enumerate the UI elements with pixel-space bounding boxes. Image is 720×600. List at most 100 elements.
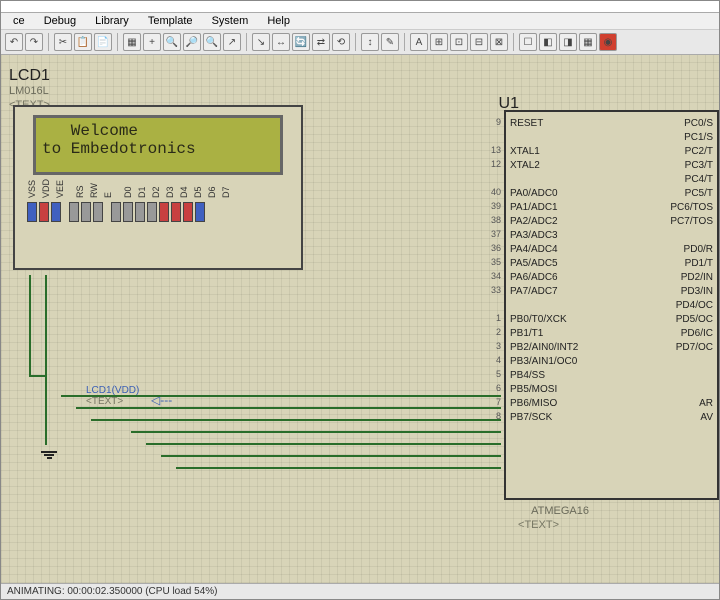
chip-pin-row: PB1/T1PD6/IC: [506, 326, 717, 340]
text-icon[interactable]: ✎: [381, 33, 399, 51]
chip-pin-row: PA6/ADC6PD2/IN: [506, 270, 717, 284]
chip-pin-number: 33: [481, 285, 501, 295]
undo-icon[interactable]: ↶: [5, 33, 23, 51]
lcd-component[interactable]: Welcome to Embedotronics VSSVDDVEE RSRWE…: [13, 105, 303, 270]
chip-pin-number: 36: [481, 243, 501, 253]
chip-pin-number: 1: [481, 313, 501, 323]
chip-pin-row: XTAL2PC3/T: [506, 158, 717, 172]
chip-pin-row: PB7/SCKAV: [506, 410, 717, 424]
wire: [29, 275, 31, 375]
zoom-area-icon[interactable]: ↗: [223, 33, 241, 51]
zoom-in-icon[interactable]: 🔍: [163, 33, 181, 51]
chip-pin-row: PB0/T0/XCKPD5/OC: [506, 312, 717, 326]
chip-pin-number: 3: [481, 341, 501, 351]
menu-help[interactable]: Help: [259, 13, 298, 29]
chip-pin-number: 12: [481, 159, 501, 169]
wire: [61, 395, 501, 397]
schematic-canvas[interactable]: LCD1 LM016L <TEXT> Welcome to Embedotron…: [1, 55, 719, 583]
ground-symbol: [41, 450, 57, 460]
toolbar: ↶ ↷ ✂ 📋 📄 ▦ + 🔍 🔎 🔍 ↗ ↘ ↔ 🔄 ⇄ ⟲ ↕ ✎ A ⊞ …: [1, 30, 719, 55]
chip-pin-number: 2: [481, 327, 501, 337]
redo-icon[interactable]: ↷: [25, 33, 43, 51]
lcd-pin-labels: VSSVDDVEE RSRWE D0D1D2D3D4D5D6D7: [27, 179, 301, 198]
chip-pin-number: 13: [481, 145, 501, 155]
wire: [91, 419, 501, 421]
wire: [29, 375, 47, 377]
lcd-line1: Welcome: [42, 122, 274, 140]
chip-placeholder: <TEXT>: [518, 519, 559, 531]
lcd-line2: to Embedotronics: [42, 140, 274, 158]
zoom-fit-icon[interactable]: 🔍: [203, 33, 221, 51]
chip-pin-row: PB2/AIN0/INT2PD7/OC: [506, 340, 717, 354]
tool7-icon[interactable]: ◧: [539, 33, 557, 51]
chip-pin-row: PA4/ADC4PD0/R: [506, 242, 717, 256]
chip-pin-row: PB6/MISOAR: [506, 396, 717, 410]
chip-component[interactable]: RESETPC0/SPC1/SXTAL1PC2/TXTAL2PC3/TPC4/T…: [504, 110, 719, 500]
edit-icon[interactable]: ↕: [361, 33, 379, 51]
chip-pin-row: RESETPC0/S: [506, 116, 717, 130]
wire: [161, 455, 501, 457]
chip-pin-number: 37: [481, 229, 501, 239]
chip-pin-number: 35: [481, 257, 501, 267]
chip-pin-number: 40: [481, 187, 501, 197]
paste-icon[interactable]: 📄: [94, 33, 112, 51]
lcd-model: LM016L: [9, 85, 49, 97]
tool6-icon[interactable]: ☐: [519, 33, 537, 51]
zoom-out-icon[interactable]: 🔎: [183, 33, 201, 51]
menubar: ce Debug Library Template System Help: [1, 13, 719, 30]
wire: [131, 431, 501, 433]
wire: [146, 443, 501, 445]
tool3-icon[interactable]: ⊡: [450, 33, 468, 51]
tool9-icon[interactable]: ▦: [579, 33, 597, 51]
chip-pin-row: PA1/ADC1PC6/TOS: [506, 200, 717, 214]
plus-icon[interactable]: +: [143, 33, 161, 51]
chip-pin-number: 34: [481, 271, 501, 281]
chip-pin-row: PA7/ADC7PD3/IN: [506, 284, 717, 298]
lcd-refname: LCD1: [9, 67, 50, 85]
chip-pin-number: 7: [481, 397, 501, 407]
menu-template[interactable]: Template: [140, 13, 201, 29]
lcd-display: Welcome to Embedotronics: [33, 115, 283, 175]
flip-icon[interactable]: ⟲: [332, 33, 350, 51]
wire: [45, 275, 47, 445]
rotate-icon[interactable]: 🔄: [292, 33, 310, 51]
wire: [176, 467, 501, 469]
stop-icon[interactable]: ◉: [599, 33, 617, 51]
copy-icon[interactable]: 📋: [74, 33, 92, 51]
chip-pin-row: XTAL1PC2/T: [506, 144, 717, 158]
chip-pin-row: PC1/S: [506, 130, 717, 144]
chip-pin-row: PB5/MOSI: [506, 382, 717, 396]
chip-pin-row: PB4/SS: [506, 368, 717, 382]
status-bar: ANIMATING: 00:00:02.350000 (CPU load 54%…: [1, 583, 719, 599]
chip-pin-row: PA5/ADC5PD1/T: [506, 256, 717, 270]
chip-pin-row: PD4/OC: [506, 298, 717, 312]
tool1-icon[interactable]: A: [410, 33, 428, 51]
chip-model: ATMEGA16: [531, 505, 589, 517]
chip-pin-row: PB3/AIN1/OC0: [506, 354, 717, 368]
chip-pin-row: PA0/ADC0PC5/T: [506, 186, 717, 200]
chip-pin-number: 9: [481, 117, 501, 127]
titlebar: [1, 1, 719, 13]
chip-pin-number: 5: [481, 369, 501, 379]
chip-pin-number: 6: [481, 383, 501, 393]
cut-icon[interactable]: ✂: [54, 33, 72, 51]
tool4-icon[interactable]: ⊟: [470, 33, 488, 51]
mirror-icon[interactable]: ⇄: [312, 33, 330, 51]
menu-library[interactable]: Library: [87, 13, 137, 29]
lcd-pin-row: [27, 202, 301, 222]
grid-icon[interactable]: ▦: [123, 33, 141, 51]
arrow1-icon[interactable]: ↘: [252, 33, 270, 51]
chip-pin-number: 4: [481, 355, 501, 365]
menu-debug[interactable]: Debug: [36, 13, 84, 29]
chip-pin-number: 8: [481, 411, 501, 421]
chip-pin-number: 38: [481, 215, 501, 225]
menu-system[interactable]: System: [204, 13, 257, 29]
tool2-icon[interactable]: ⊞: [430, 33, 448, 51]
tool8-icon[interactable]: ◨: [559, 33, 577, 51]
chip-pin-row: PA2/ADC2PC7/TOS: [506, 214, 717, 228]
chip-pin-row: PA3/ADC3: [506, 228, 717, 242]
tool5-icon[interactable]: ⊠: [490, 33, 508, 51]
menu-ce[interactable]: ce: [5, 13, 33, 29]
arrow2-icon[interactable]: ↔: [272, 33, 290, 51]
chip-pin-number: 39: [481, 201, 501, 211]
